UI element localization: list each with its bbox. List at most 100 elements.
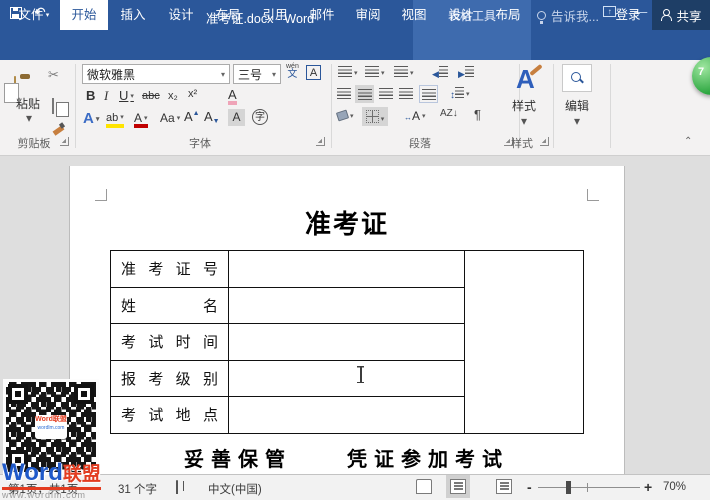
zoom-level[interactable]: 70%	[663, 481, 686, 493]
subscript-button[interactable]: x₂	[168, 91, 178, 102]
align-right-icon[interactable]	[379, 88, 393, 101]
cell-name-value[interactable]	[229, 287, 465, 324]
font-dialog-launcher-icon[interactable]	[316, 137, 325, 146]
character-shading-icon[interactable]: A	[228, 109, 245, 126]
font-color-icon[interactable]: A	[134, 112, 148, 128]
share-button[interactable]: 共享	[652, 0, 710, 30]
tab-table-layout[interactable]: 布局	[485, 0, 531, 30]
collapse-ribbon-icon[interactable]: ⌃	[684, 136, 692, 147]
cell-exam-level-value[interactable]	[229, 360, 465, 397]
font-size-caret-icon[interactable]: ▾	[272, 70, 276, 79]
clear-formatting-icon[interactable]: A	[228, 88, 237, 105]
character-border-icon[interactable]: A	[306, 65, 321, 80]
print-layout-icon[interactable]	[450, 479, 466, 494]
editing-button-label[interactable]: 编辑	[558, 100, 596, 112]
change-case-icon[interactable]: Aa	[160, 112, 180, 124]
strikethrough-button[interactable]: abc	[142, 91, 160, 102]
tab-home[interactable]: 开始	[60, 0, 108, 30]
styles-button-label[interactable]: 样式	[500, 100, 548, 112]
cell-exam-location-value[interactable]	[229, 397, 465, 434]
sort-icon[interactable]: AZ↓	[440, 109, 458, 119]
share-label: 共享	[676, 6, 701, 25]
row-label-name[interactable]: 姓 名	[111, 287, 229, 324]
tab-file[interactable]: 文件	[8, 0, 54, 30]
enclose-characters-icon[interactable]: 字	[252, 109, 268, 125]
wordlm-watermark: Word联盟 www.wordlm.com	[2, 462, 112, 500]
proofing-book-icon[interactable]	[176, 480, 178, 494]
word-count[interactable]: 31 个字	[118, 481, 157, 497]
multilevel-list-icon[interactable]	[394, 66, 414, 79]
styles-dropdown-caret-icon[interactable]: ▾	[521, 115, 527, 127]
tab-design[interactable]: 设计	[158, 0, 204, 30]
row-label-ticket-number[interactable]: 准 考 证 号	[111, 251, 229, 288]
justify-icon[interactable]	[399, 88, 413, 101]
tell-me-box[interactable]: 告诉我...	[537, 0, 599, 30]
watermark-league: 联盟	[63, 464, 101, 485]
asian-layout-icon[interactable]: ↔A	[404, 110, 426, 122]
qr-finder-icon	[8, 384, 28, 404]
italic-button[interactable]: I	[104, 89, 108, 102]
tab-layout[interactable]: 布局	[205, 0, 251, 30]
font-group-label: 字体	[170, 135, 230, 151]
numbering-icon[interactable]	[365, 66, 385, 79]
styles-gallery-icon[interactable]: A	[516, 64, 535, 94]
tab-view[interactable]: 视图	[391, 0, 437, 30]
increase-indent-icon[interactable]: ▶	[458, 66, 474, 79]
zoom-slider-thumb[interactable]	[566, 481, 571, 494]
align-left-icon[interactable]	[337, 88, 351, 101]
shrink-font-icon[interactable]: A▼	[204, 110, 220, 125]
table-row: 准 考 证 号	[111, 251, 584, 288]
copy-icon[interactable]	[52, 98, 54, 114]
tab-review[interactable]: 审阅	[345, 0, 391, 30]
decrease-indent-icon[interactable]: ◀	[432, 66, 448, 79]
editing-dropdown-caret-icon[interactable]: ▾	[574, 115, 580, 127]
align-center-icon[interactable]	[355, 85, 374, 103]
paste-dropdown-caret-icon[interactable]: ▾	[26, 112, 32, 124]
superscript-button[interactable]: x²	[188, 89, 197, 100]
shading-bucket-icon[interactable]	[337, 110, 354, 122]
phonetic-guide-icon[interactable]: wén 文	[286, 63, 299, 80]
bullets-icon[interactable]	[338, 66, 358, 79]
tab-insert[interactable]: 插入	[110, 0, 156, 30]
language-status[interactable]: 中文(中国)	[208, 481, 262, 497]
web-layout-icon[interactable]	[496, 479, 512, 494]
cut-icon[interactable]: ✂	[48, 68, 59, 81]
styles-dialog-launcher-icon[interactable]	[540, 137, 549, 146]
read-mode-icon[interactable]	[416, 479, 432, 494]
clipboard-dialog-launcher-icon[interactable]	[60, 137, 69, 146]
font-name-combo[interactable]: 微软雅黑▾	[82, 64, 230, 84]
highlight-color-icon[interactable]: ab	[106, 113, 124, 128]
line-spacing-icon[interactable]: ↕	[450, 87, 470, 101]
row-label-exam-level[interactable]: 报 考 级 别	[111, 360, 229, 397]
tab-references[interactable]: 引用	[252, 0, 298, 30]
paste-button-label[interactable]: 粘贴	[8, 98, 48, 110]
row-label-exam-location[interactable]: 考 试 地 点	[111, 397, 229, 434]
margin-corner-mark	[587, 189, 599, 201]
zoom-slider-track[interactable]	[538, 487, 640, 488]
find-button[interactable]	[562, 64, 592, 92]
tab-table-design[interactable]: 设计	[438, 0, 484, 30]
row-label-exam-time[interactable]: 考 试 时 间	[111, 324, 229, 361]
text-effects-icon[interactable]: A	[83, 111, 99, 126]
cell-exam-time-value[interactable]	[229, 324, 465, 361]
bold-button[interactable]: B	[86, 89, 95, 102]
paste-icon[interactable]	[14, 76, 16, 92]
zoom-out-button[interactable]: -	[527, 479, 532, 495]
tab-mailings[interactable]: 邮件	[299, 0, 345, 30]
document-heading[interactable]: 准考证	[70, 204, 624, 241]
distribute-text-icon[interactable]	[419, 85, 438, 103]
admission-ticket-table[interactable]: 准 考 证 号 姓 名 考 试 时 间 报 考 级 别 考 试 地	[110, 250, 584, 434]
show-hide-marks-icon[interactable]: ¶	[474, 108, 481, 121]
underline-button[interactable]: U	[119, 89, 134, 102]
font-size-combo[interactable]: 三号▾	[233, 64, 281, 84]
sign-in-button[interactable]: 登录	[608, 0, 648, 30]
photo-cell[interactable]	[465, 251, 584, 434]
cell-ticket-number-value[interactable]	[229, 251, 465, 288]
zoom-in-button[interactable]: +	[644, 479, 652, 495]
borders-button[interactable]	[362, 107, 388, 126]
document-page[interactable]: 准考证 准 考 证 号 姓 名 考 试 时 间 报 考 级 别	[70, 166, 624, 474]
grow-font-icon[interactable]: A▲	[184, 110, 200, 123]
font-name-caret-icon[interactable]: ▾	[221, 70, 225, 79]
watermark-word: Word	[2, 459, 63, 486]
document-canvas[interactable]: 准考证 准 考 证 号 姓 名 考 试 时 间 报 考 级 别	[0, 156, 710, 474]
